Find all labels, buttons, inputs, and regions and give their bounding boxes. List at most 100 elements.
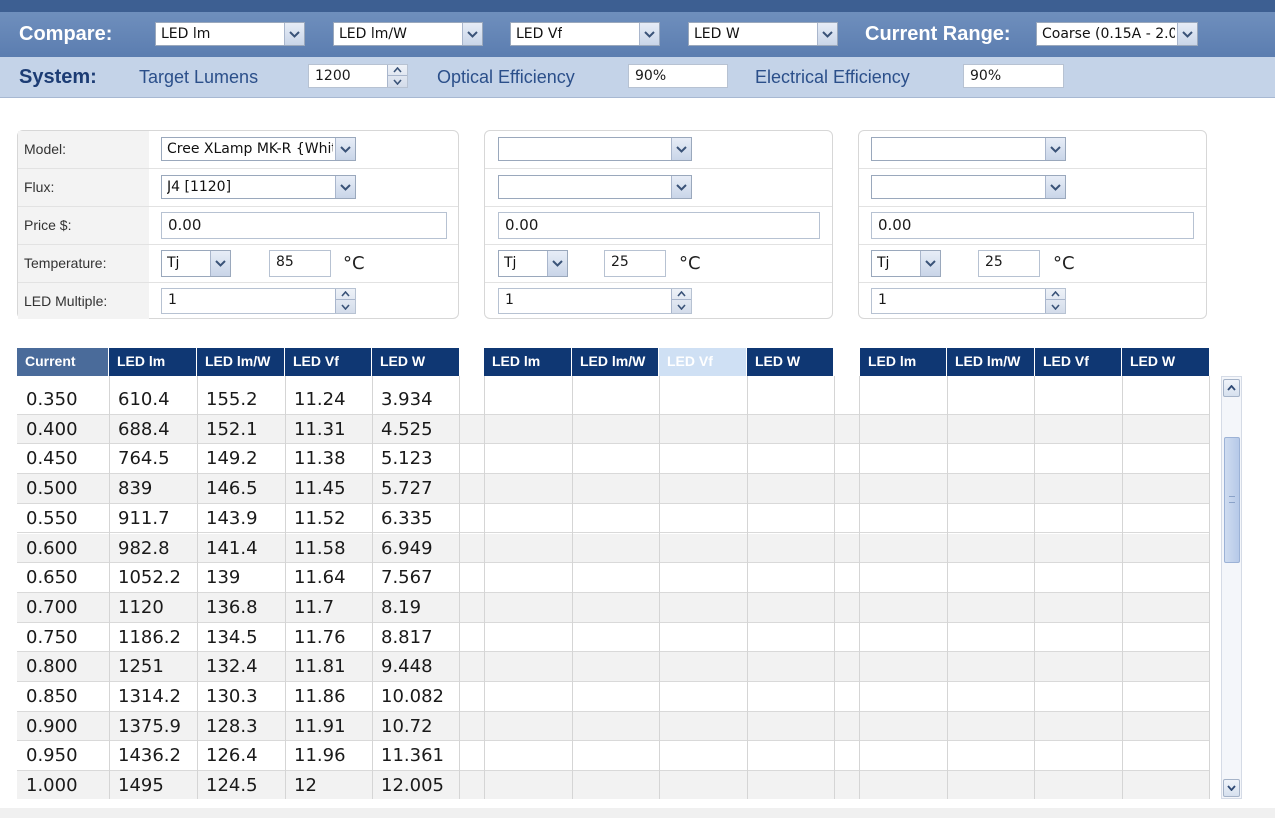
column-divider: [197, 376, 198, 799]
model-label: Model:: [18, 131, 149, 168]
table-row[interactable]: 0.500 839 146.5 11.45 5.727: [17, 474, 1209, 504]
temperature-type-select[interactable]: Tj: [498, 250, 568, 277]
electrical-efficiency-field[interactable]: 90%: [963, 64, 1064, 88]
model-select[interactable]: Cree XLamp MK-R {White: [161, 137, 356, 161]
current-range-select[interactable]: Coarse (0.15A - 2.0: [1036, 22, 1198, 46]
table-header-group-2: LED lm LED lm/W LED Vf LED W: [484, 348, 833, 376]
table-cell: 146.5: [206, 478, 258, 500]
column-header-led-lm[interactable]: LED lm: [484, 348, 572, 376]
table-row[interactable]: 0.800 1251 132.4 11.81 9.448: [17, 652, 1209, 682]
led-multiple-spinner[interactable]: [1045, 289, 1065, 313]
table-vertical-scrollbar[interactable]: [1221, 376, 1242, 799]
temperature-input[interactable]: 25: [978, 250, 1040, 277]
chevron-down-icon[interactable]: [639, 23, 659, 45]
table-row[interactable]: 0.950 1436.2 126.4 11.96 11.361: [17, 741, 1209, 772]
table-row[interactable]: 1.000 1495 124.5 12 12.005: [17, 771, 1209, 799]
chevron-down-icon[interactable]: [335, 176, 355, 198]
column-header-led-lm[interactable]: LED lm: [860, 348, 947, 376]
target-lumens-spinner[interactable]: [387, 65, 407, 87]
scroll-up-arrow-icon[interactable]: [1223, 379, 1240, 397]
spin-down-icon[interactable]: [336, 301, 355, 312]
scroll-down-arrow-icon[interactable]: [1223, 779, 1240, 797]
column-header-led-vf[interactable]: LED Vf: [1035, 348, 1122, 376]
table-cell: 982.8: [118, 537, 170, 559]
chevron-down-icon[interactable]: [462, 23, 482, 45]
table-row[interactable]: 0.550 911.7 143.9 11.52 6.335: [17, 504, 1209, 534]
price-input[interactable]: 0.00: [498, 212, 820, 239]
column-header-led-w[interactable]: LED W: [747, 348, 833, 376]
table-row[interactable]: 0.900 1375.9 128.3 11.91 10.72: [17, 711, 1209, 742]
temperature-type-select[interactable]: Tj: [871, 250, 941, 277]
table-row[interactable]: 0.650 1052.2 139 11.64 7.567: [17, 563, 1209, 593]
table-cell: 12: [294, 775, 317, 797]
chevron-down-icon[interactable]: [210, 251, 230, 276]
flux-select[interactable]: [871, 175, 1066, 199]
chevron-down-icon[interactable]: [920, 251, 940, 276]
chevron-down-icon[interactable]: [284, 23, 304, 45]
spin-down-icon[interactable]: [388, 76, 407, 87]
chevron-down-icon[interactable]: [671, 138, 691, 160]
chevron-down-icon[interactable]: [1177, 23, 1197, 45]
compare-select-3[interactable]: LED Vf: [510, 22, 660, 46]
temperature-type-select[interactable]: Tj: [161, 250, 231, 277]
table-row[interactable]: 0.750 1186.2 134.5 11.76 8.817: [17, 623, 1209, 653]
chevron-down-icon[interactable]: [671, 176, 691, 198]
led-multiple-spinner[interactable]: [335, 289, 355, 313]
spin-up-icon[interactable]: [388, 65, 407, 76]
compare-select-1[interactable]: LED lm: [155, 22, 305, 46]
results-table-body: 0.350 610.4 155.2 11.24 3.934 0.400 688.4 152.1…: [17, 376, 1209, 799]
chevron-down-icon[interactable]: [335, 138, 355, 160]
led-multiple-stepper[interactable]: 1: [871, 288, 1066, 314]
led-multiple-spinner[interactable]: [671, 289, 691, 313]
table-cell: 1375.9: [118, 715, 181, 737]
model-select[interactable]: [871, 137, 1066, 161]
compare-select-4[interactable]: LED W: [688, 22, 838, 46]
column-header-led-vf[interactable]: LED Vf: [659, 348, 747, 376]
column-header-led-lm-w[interactable]: LED lm/W: [947, 348, 1035, 376]
column-header-current[interactable]: Current: [17, 348, 109, 376]
spin-up-icon[interactable]: [1046, 289, 1065, 300]
footer-strip: [0, 808, 1275, 818]
column-header-led-w[interactable]: LED W: [1122, 348, 1209, 376]
optical-efficiency-field[interactable]: 90%: [628, 64, 728, 88]
price-input[interactable]: 0.00: [161, 212, 447, 239]
column-header-led-lm[interactable]: LED lm: [109, 348, 197, 376]
led-multiple-stepper[interactable]: 1: [161, 288, 356, 314]
column-header-led-lm-w[interactable]: LED lm/W: [572, 348, 659, 376]
spin-up-icon[interactable]: [672, 289, 691, 300]
temperature-type-value: Tj: [504, 255, 517, 271]
chevron-down-icon[interactable]: [1045, 138, 1065, 160]
column-header-led-w[interactable]: LED W: [372, 348, 459, 376]
table-row[interactable]: 0.450 764.5 149.2 11.38 5.123: [17, 444, 1209, 475]
table-row[interactable]: 0.600 982.8 141.4 11.58 6.949: [17, 533, 1209, 564]
target-lumens-label: Target Lumens: [139, 67, 259, 87]
target-lumens-stepper[interactable]: 1200: [308, 64, 408, 88]
table-row[interactable]: 0.350 610.4 155.2 11.24 3.934: [17, 385, 1209, 415]
column-header-led-vf[interactable]: LED Vf: [285, 348, 372, 376]
table-row[interactable]: 0.850 1314.2 130.3 11.86 10.082: [17, 682, 1209, 712]
price-input[interactable]: 0.00: [871, 212, 1194, 239]
model-select[interactable]: [498, 137, 692, 161]
table-cell-current: 0.750: [26, 626, 78, 648]
spin-down-icon[interactable]: [1046, 301, 1065, 312]
table-row[interactable]: 0.400 688.4 152.1 11.31 4.525: [17, 414, 1209, 445]
table-cell: 126.4: [206, 745, 258, 767]
table-cell-current: 0.900: [26, 715, 78, 737]
compare-select-2[interactable]: LED lm/W: [333, 22, 483, 46]
spin-up-icon[interactable]: [336, 289, 355, 300]
table-cell-current: 0.850: [26, 686, 78, 707]
chevron-down-icon[interactable]: [817, 23, 837, 45]
column-header-led-lm-w[interactable]: LED lm/W: [197, 348, 285, 376]
flux-select[interactable]: [498, 175, 692, 199]
table-row[interactable]: 0.700 1120 136.8 11.7 8.19: [17, 592, 1209, 623]
flux-select[interactable]: J4 [1120]: [161, 175, 356, 199]
chevron-down-icon[interactable]: [547, 251, 567, 276]
chevron-down-icon[interactable]: [1045, 176, 1065, 198]
temperature-input[interactable]: 85: [269, 250, 331, 277]
table-cell: 1251: [118, 656, 164, 678]
table-cell-current: 0.600: [26, 537, 78, 559]
temperature-input[interactable]: 25: [604, 250, 666, 277]
led-multiple-stepper[interactable]: 1: [498, 288, 692, 314]
spin-down-icon[interactable]: [672, 301, 691, 312]
scrollbar-thumb[interactable]: [1224, 437, 1240, 563]
